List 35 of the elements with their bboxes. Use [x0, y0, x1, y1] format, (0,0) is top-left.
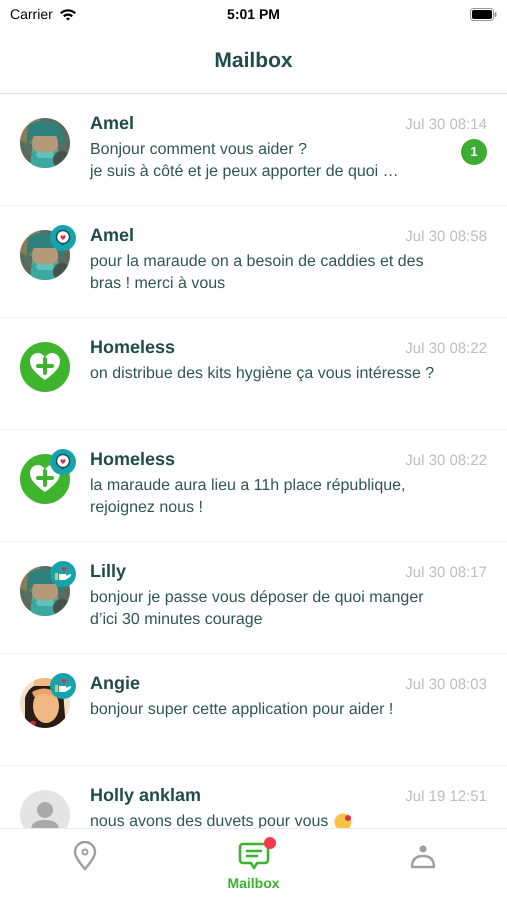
hand-heart-badge-icon — [50, 673, 76, 699]
map-pin-icon[interactable] — [72, 841, 98, 871]
message-preview: on distribue des kits hygiène ça vous intéresse ? — [90, 364, 434, 384]
sender-name: Angie — [90, 672, 140, 695]
message-time: Jul 30 08:03 — [405, 675, 487, 695]
tab-label[interactable]: Mailbox — [227, 873, 280, 894]
sender-name: Homeless — [90, 336, 176, 359]
sender-name: Lilly — [90, 560, 126, 583]
chat-heart-badge-icon — [50, 449, 76, 475]
message-time: Jul 19 12:51 — [405, 787, 487, 807]
status-time: 5:01 PM — [227, 4, 280, 24]
unread-count: 1 — [461, 139, 487, 165]
message-preview: nous avons des duvets pour vous — [90, 812, 328, 832]
message-preview: pour la maraude on a besoin de caddies et des bras ! merci à vous — [90, 252, 425, 294]
sender-name: Amel — [90, 224, 134, 247]
wifi-icon — [58, 8, 77, 20]
message-preview: bonjour super cette application pour aider ! — [90, 700, 394, 720]
screen-title: Mailbox — [214, 48, 293, 74]
sender-name: Holly anklam — [90, 784, 202, 807]
message-time: Jul 30 08:14 — [405, 115, 487, 135]
message-preview: la maraude aura lieu a 11h place république, rejoignez nous ! — [90, 476, 406, 518]
message-time: Jul 30 08:17 — [405, 563, 487, 583]
message-preview: Bonjour comment vous aider ? je suis à côté et je peux apporter de quoi … — [90, 140, 399, 182]
message-time: Jul 30 08:58 — [405, 227, 487, 247]
chat-heart-badge-icon — [50, 225, 76, 251]
heart-plus-icon — [20, 342, 70, 392]
carrier-label: Carrier — [10, 4, 53, 24]
message-time: Jul 30 08:22 — [405, 451, 487, 471]
message-preview: bonjour je passe vous déposer de quoi manger d’ici 30 minutes courage — [90, 588, 425, 630]
sender-name: Homeless — [90, 448, 176, 471]
message-time: Jul 30 08:22 — [405, 339, 487, 359]
battery-icon — [470, 8, 497, 20]
chat-icon[interactable] — [238, 841, 270, 871]
sender-name: Amel — [90, 112, 134, 135]
hand-heart-badge-icon — [50, 561, 76, 587]
